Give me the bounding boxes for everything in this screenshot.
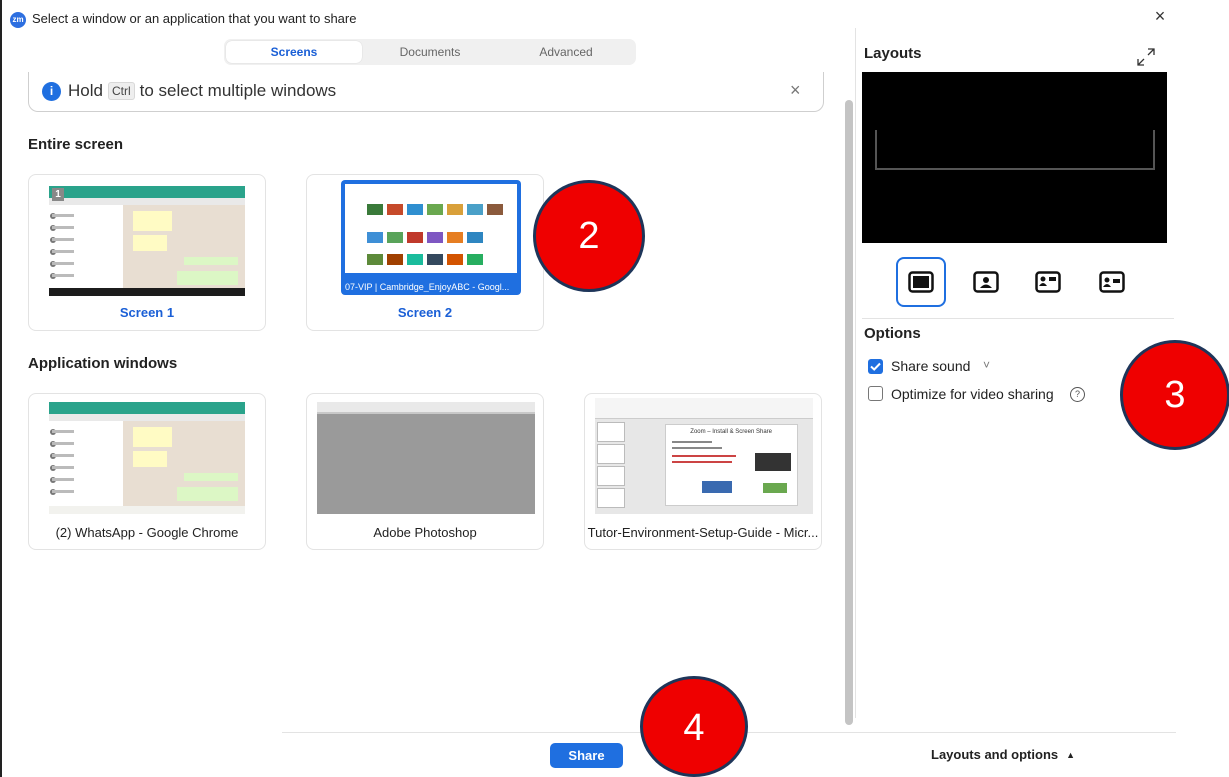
- panel-divider: [855, 28, 856, 718]
- layouts-and-options-label: Layouts and options: [931, 747, 1059, 762]
- preview-frame: [875, 130, 1155, 170]
- photoshop-thumbnail: [317, 402, 535, 514]
- app-window-powerpoint-card[interactable]: Zoom – Install & Screen Share Tutor-Envi…: [584, 393, 822, 550]
- powerpoint-thumbnail: Zoom – Install & Screen Share: [595, 398, 813, 514]
- tab-advanced[interactable]: Advanced: [498, 41, 634, 63]
- app-window-whatsapp-label: (2) WhatsApp - Google Chrome: [55, 525, 239, 540]
- layout-screen-only-button[interactable]: [896, 257, 946, 307]
- window-left-edge: [0, 0, 2, 777]
- annotation-marker-3: 3: [1120, 340, 1229, 450]
- screen-2-label: Screen 2: [397, 305, 453, 320]
- optimize-video-label: Optimize for video sharing: [891, 386, 1054, 402]
- whatsapp-thumbnail: [49, 402, 245, 514]
- layout-person-center-button[interactable]: [967, 263, 1005, 301]
- app-window-photoshop-label: Adobe Photoshop: [373, 525, 477, 540]
- screen-only-icon: [908, 271, 934, 293]
- content-scrollbar[interactable]: [845, 100, 853, 725]
- layout-person-right-button[interactable]: [1093, 263, 1131, 301]
- person-right-icon: [1099, 271, 1125, 293]
- window-close-icon[interactable]: ×: [1150, 6, 1170, 26]
- screen-2-window-caption: 07-VIP | Cambridge_EnjoyABC - Googl...: [345, 282, 510, 292]
- screen-1-thumbnail: 1: [49, 186, 245, 296]
- options-heading: Options: [864, 325, 921, 342]
- window-title: Select a window or an application that y…: [32, 11, 357, 26]
- person-left-icon: [1035, 271, 1061, 293]
- screen-2-thumbnail: 07-VIP | Cambridge_EnjoyABC - Googl...: [341, 180, 521, 295]
- application-windows-heading: Application windows: [28, 355, 178, 372]
- optimize-video-checkbox[interactable]: [868, 386, 883, 401]
- entire-screen-heading: Entire screen: [28, 136, 124, 153]
- screen-2-card[interactable]: 07-VIP | Cambridge_EnjoyABC - Googl... S…: [306, 174, 544, 331]
- caret-up-icon: ▲: [1066, 749, 1076, 760]
- checkmark-icon: [870, 362, 881, 371]
- tab-documents[interactable]: Documents: [362, 41, 498, 63]
- app-window-photoshop-card[interactable]: Adobe Photoshop: [306, 393, 544, 550]
- hint-close-icon[interactable]: ×: [790, 80, 801, 101]
- app-window-whatsapp-card[interactable]: (2) WhatsApp - Google Chrome: [28, 393, 266, 550]
- screen-1-label: Screen 1: [119, 305, 175, 320]
- layouts-heading: Layouts: [864, 45, 922, 62]
- share-sound-chevron-icon[interactable]: ˅: [983, 358, 990, 372]
- annotation-marker-4: 4: [640, 676, 748, 777]
- screen-1-card[interactable]: 1 Screen 1: [28, 174, 266, 331]
- share-sound-label: Share sound: [891, 358, 971, 374]
- hint-prefix: Hold: [68, 81, 103, 100]
- ctrl-key-badge: Ctrl: [107, 82, 135, 100]
- zoom-app-icon: zm: [10, 12, 26, 28]
- annotation-marker-2: 2: [533, 180, 645, 292]
- hint-suffix: to select multiple windows: [139, 81, 337, 100]
- person-center-icon: [973, 271, 999, 293]
- options-divider: [862, 318, 1174, 319]
- tab-bar: Screens Documents Advanced: [224, 39, 636, 65]
- slide-title: Zoom – Install & Screen Share: [690, 429, 772, 435]
- tab-screens[interactable]: Screens: [226, 41, 362, 63]
- screen-number-badge: 1: [52, 188, 64, 201]
- layout-person-left-button[interactable]: [1029, 263, 1067, 301]
- expand-icon[interactable]: [1135, 46, 1157, 68]
- share-button[interactable]: Share: [550, 743, 623, 768]
- layouts-and-options-toggle[interactable]: Layouts and options ▲: [931, 747, 1075, 762]
- app-window-powerpoint-label: Tutor-Environment-Setup-Guide - Micr...: [587, 525, 819, 540]
- share-sound-checkbox[interactable]: [868, 359, 883, 374]
- info-icon: i: [42, 82, 61, 101]
- hint-text: Hold Ctrl to select multiple windows: [68, 81, 336, 101]
- help-icon[interactable]: ?: [1070, 387, 1085, 402]
